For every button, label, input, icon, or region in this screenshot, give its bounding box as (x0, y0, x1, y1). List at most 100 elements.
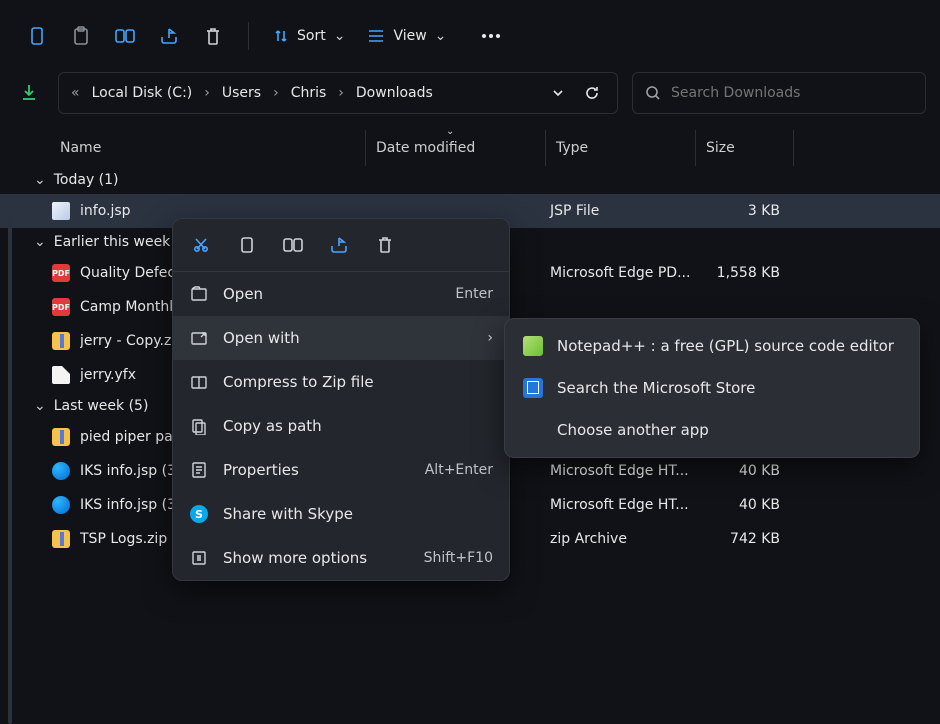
file-group-header[interactable]: ⌄ Today (1) (0, 166, 940, 194)
share-icon-button[interactable] (327, 233, 351, 257)
open-with-submenu: Notepad++ : a free (GPL) source code edi… (504, 318, 920, 458)
chevron-right-icon: › (487, 330, 493, 346)
paste-button[interactable] (62, 17, 100, 55)
main-toolbar: Sort ⌄ View ⌄ (0, 0, 940, 72)
downloads-icon (14, 72, 44, 114)
open-with-item[interactable]: Search the Microsoft Store (505, 367, 919, 409)
cut-icon-button[interactable] (189, 233, 213, 257)
address-search-row: « Local Disk (C:) › Users › Chris › Down… (0, 72, 940, 130)
breadcrumb-segment[interactable]: Local Disk (C:) (86, 81, 199, 105)
file-type: Microsoft Edge HT... (550, 497, 700, 513)
chevron-right-icon: › (202, 85, 212, 101)
refresh-button[interactable] (577, 78, 607, 108)
file-size: 742 KB (700, 531, 790, 547)
openwith-icon (189, 328, 209, 348)
group-label: Last week (5) (54, 398, 149, 414)
context-menu-item-skype[interactable]: S Share with Skype (173, 492, 509, 536)
column-header-name[interactable]: Name (60, 140, 365, 156)
copy-icon-button[interactable] (235, 233, 259, 257)
chevron-down-icon: ⌄ (34, 398, 46, 414)
share-button[interactable] (150, 17, 188, 55)
context-menu-icon-row (173, 219, 509, 272)
context-menu-label: Properties (223, 461, 411, 479)
context-menu-label: Show more options (223, 549, 410, 567)
context-menu-item-props[interactable]: PropertiesAlt+Enter (173, 448, 509, 492)
open-icon (189, 284, 209, 304)
zip-file-icon (50, 528, 72, 550)
sort-indicator-icon: ⌄ (446, 126, 454, 137)
context-menu-label: Compress to Zip file (223, 373, 493, 391)
delete-icon-button[interactable] (373, 233, 397, 257)
file-size: 1,558 KB (700, 265, 790, 281)
breadcrumb-segment[interactable]: Users (216, 81, 267, 105)
zip-file-icon (50, 426, 72, 448)
skype-icon: S (189, 504, 209, 524)
npp-app-icon (523, 336, 543, 356)
jsp-file-icon (50, 200, 72, 222)
column-header-date[interactable]: Date modified ⌄ (365, 130, 545, 166)
view-dropdown[interactable]: View ⌄ (359, 17, 454, 55)
yfx-file-icon (50, 364, 72, 386)
navigation-pane-splitter[interactable] (8, 214, 12, 724)
breadcrumb-segment[interactable]: Downloads (350, 81, 439, 105)
context-menu-label: Share with Skype (223, 505, 493, 523)
open-with-item[interactable]: Choose another app (505, 409, 919, 451)
column-header-size[interactable]: Size (695, 130, 793, 166)
context-menu-label: Copy as path (223, 417, 493, 435)
file-type: JSP File (550, 203, 700, 219)
breadcrumb[interactable]: « Local Disk (C:) › Users › Chris › Down… (58, 72, 618, 114)
copy-button[interactable] (18, 17, 56, 55)
chevron-down-icon: ⌄ (435, 28, 447, 44)
context-menu-item-zip[interactable]: Compress to Zip file (173, 360, 509, 404)
file-type: zip Archive (550, 531, 700, 547)
chevron-right-icon: › (336, 85, 346, 101)
context-menu-shortcut: Enter (455, 286, 493, 302)
context-menu: Open Enter Open with › Compress to Zip file C… (172, 218, 510, 581)
pdf-file-icon: PDF (50, 262, 72, 284)
file-size: 40 KB (700, 497, 790, 513)
chevron-down-icon: ⌄ (34, 234, 46, 250)
view-label: View (393, 28, 426, 44)
html-file-icon (50, 460, 72, 482)
context-menu-item-open[interactable]: Open Enter (173, 272, 509, 316)
context-menu-item-openwith[interactable]: Open with › (173, 316, 509, 360)
breadcrumb-segment[interactable]: Chris (285, 81, 333, 105)
chevron-down-icon: ⌄ (334, 28, 346, 44)
history-dropdown-button[interactable] (543, 78, 573, 108)
toolbar-divider (248, 22, 249, 50)
file-size: 40 KB (700, 463, 790, 479)
open-with-label: Choose another app (557, 421, 709, 439)
zip-file-icon (50, 330, 72, 352)
rename-button[interactable] (106, 17, 144, 55)
open-with-label: Notepad++ : a free (GPL) source code edi… (557, 337, 894, 355)
more-button[interactable] (472, 17, 510, 55)
column-header-type[interactable]: Type (545, 130, 695, 166)
copypath-icon (189, 416, 209, 436)
file-size: 3 KB (700, 203, 790, 219)
context-menu-label: Open with (223, 329, 473, 347)
search-box[interactable] (632, 72, 926, 114)
context-menu-label: Open (223, 285, 441, 303)
zip-icon (189, 372, 209, 392)
delete-button[interactable] (194, 17, 232, 55)
rename-icon-button[interactable] (281, 233, 305, 257)
props-icon (189, 460, 209, 480)
breadcrumb-overflow-icon[interactable]: « (69, 85, 82, 101)
file-type: Microsoft Edge PD... (550, 265, 700, 281)
html-file-icon (50, 494, 72, 516)
context-menu-shortcut: Shift+F10 (424, 550, 493, 566)
search-icon (645, 85, 661, 101)
context-menu-item-copypath[interactable]: Copy as path (173, 404, 509, 448)
chevron-down-icon: ⌄ (34, 172, 46, 188)
file-type: Microsoft Edge HT... (550, 463, 700, 479)
sort-label: Sort (297, 28, 326, 44)
store-app-icon (523, 378, 543, 398)
group-label: Today (1) (54, 172, 119, 188)
context-menu-item-more[interactable]: Show more options Shift+F10 (173, 536, 509, 580)
search-input[interactable] (671, 85, 913, 101)
sort-dropdown[interactable]: Sort ⌄ (265, 17, 353, 55)
pdf-file-icon: PDF (50, 296, 72, 318)
chevron-right-icon: › (271, 85, 281, 101)
more-icon (189, 548, 209, 568)
open-with-item[interactable]: Notepad++ : a free (GPL) source code edi… (505, 325, 919, 367)
